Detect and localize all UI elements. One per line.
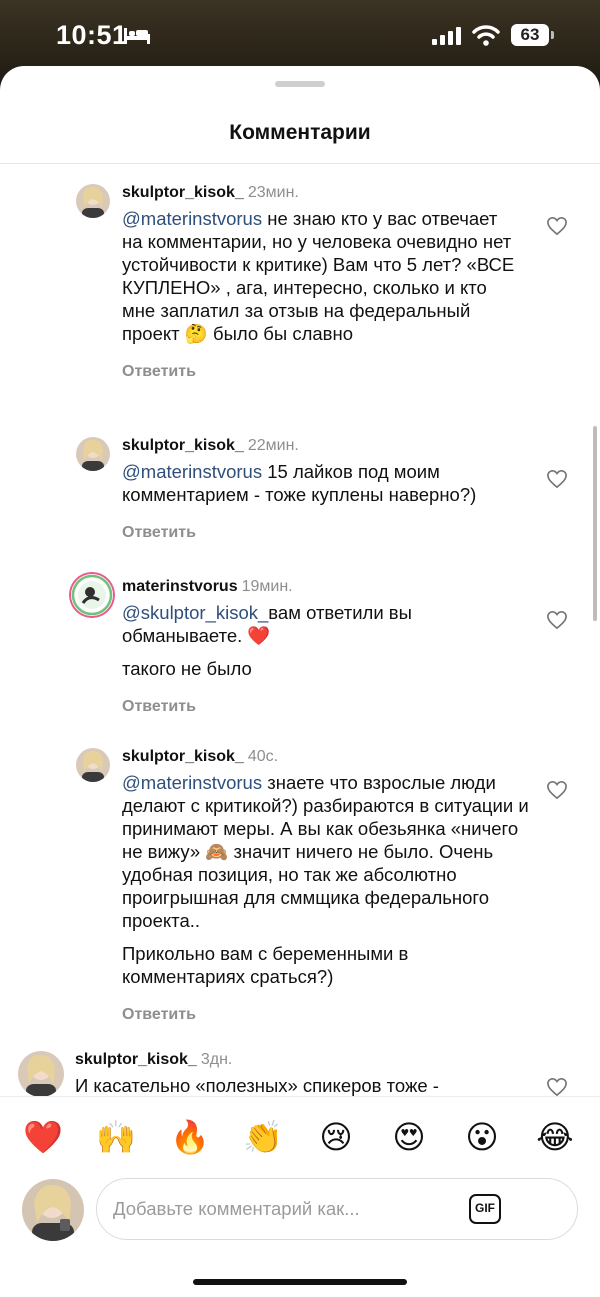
sheet-title: Комментарии — [229, 121, 371, 144]
comment-text: @skulptor_kisok_вам ответили вы обманыва… — [122, 601, 522, 647]
comment-header: skulptor_kisok_ 23мин. — [122, 182, 522, 204]
comment-text-content: знаете что взрослые люди делают с критик… — [122, 772, 529, 931]
comment-composer: GIF — [0, 1174, 600, 1244]
mention-link[interactable]: @materinstvorus — [122, 208, 262, 229]
divider — [0, 1096, 600, 1097]
username[interactable]: skulptor_kisok_ — [122, 184, 244, 201]
comments-list[interactable]: skulptor_kisok_ 23мин. @materinstvorus не… — [0, 164, 600, 1096]
emoji-laugh-button[interactable]: 😂 — [533, 1117, 577, 1157]
comment-text: @materinstvorus знаете что взрослые люди… — [122, 771, 532, 932]
mention-link[interactable]: @skulptor_kisok_ — [122, 602, 268, 623]
comment-header: materinstvorus 19мин. — [122, 576, 522, 598]
avatar[interactable] — [76, 184, 110, 218]
avatar[interactable] — [76, 437, 110, 471]
emoji-cry-button[interactable]: 😢 — [314, 1117, 358, 1157]
like-heart-icon[interactable] — [546, 780, 568, 800]
avatar[interactable] — [76, 748, 110, 782]
comment-text-line2: Прикольно вам с беременными в комментари… — [122, 943, 409, 987]
battery-tip — [551, 31, 554, 39]
comment-text: @materinstvorus не знаю кто у вас отвеча… — [122, 207, 522, 345]
emoji-raised-hands-button[interactable]: 🙌 — [94, 1117, 138, 1157]
cellular-signal-icon — [432, 27, 461, 45]
comment-text: И касательно «полезных» спикеров тоже - — [75, 1075, 439, 1096]
mention-link[interactable]: @materinstvorus — [122, 461, 262, 482]
comment-text: @materinstvorus 15 лайков под моим комме… — [122, 460, 542, 506]
comment-header: skulptor_kisok_ 3дн. — [75, 1049, 525, 1071]
my-avatar — [22, 1179, 84, 1241]
emoji-clap-button[interactable]: 👏 — [241, 1117, 285, 1157]
comment-body: skulptor_kisok_ 3дн. И касательно «полезн… — [75, 1049, 525, 1096]
reply-button[interactable]: Ответить — [122, 524, 196, 542]
like-heart-icon[interactable] — [546, 469, 568, 489]
emoji-heart-button[interactable]: ❤️ — [21, 1117, 65, 1157]
comment-time: 22мин. — [247, 437, 299, 454]
home-indicator — [193, 1279, 407, 1285]
username[interactable]: materinstvorus — [122, 578, 238, 595]
like-heart-icon[interactable] — [546, 610, 568, 630]
comment-body: skulptor_kisok_ 22мин. @materinstvorus 15… — [122, 435, 542, 542]
wifi-icon — [472, 25, 500, 46]
avatar[interactable] — [69, 572, 115, 618]
username[interactable]: skulptor_kisok_ — [122, 437, 244, 454]
mention-link[interactable]: @materinstvorus — [122, 772, 262, 793]
like-heart-icon[interactable] — [546, 216, 568, 236]
sleep-focus-icon — [124, 28, 150, 44]
comment-time: 3дн. — [200, 1051, 233, 1068]
reply-button[interactable]: Ответить — [122, 1006, 196, 1024]
emoji-wow-button[interactable]: 😮 — [460, 1117, 504, 1157]
emoji-heart-eyes-button[interactable]: 😍 — [387, 1117, 431, 1157]
emoji-fire-button[interactable]: 🔥 — [168, 1117, 212, 1157]
quick-emoji-bar: ❤️ 🙌 🔥 👏 😢 😍 😮 😂 — [0, 1117, 600, 1157]
comment-body: skulptor_kisok_ 23мин. @materinstvorus не… — [122, 182, 522, 381]
comment-input-pill: GIF — [96, 1178, 578, 1240]
reply-button[interactable]: Ответить — [122, 363, 196, 381]
comment-header: skulptor_kisok_ 22мин. — [122, 435, 542, 457]
reply-button[interactable]: Ответить — [122, 698, 196, 716]
comment-body: materinstvorus 19мин. @skulptor_kisok_вам… — [122, 576, 522, 716]
status-bar: 10:51 63 — [0, 0, 600, 70]
comment-text-line2: такого не было — [122, 658, 252, 679]
status-time: 10:51 — [56, 20, 128, 50]
comment-time: 40с. — [247, 748, 279, 765]
comment-time: 19мин. — [241, 578, 293, 595]
comment-input[interactable] — [113, 1193, 453, 1225]
comment-body: skulptor_kisok_ 40с. @materinstvorus знае… — [122, 746, 532, 1024]
gif-button[interactable]: GIF — [469, 1194, 501, 1224]
battery-icon: 63 — [511, 24, 549, 46]
scrollbar[interactable] — [593, 426, 597, 621]
like-heart-icon[interactable] — [546, 1077, 568, 1096]
sheet-grabber-handle[interactable] — [275, 81, 325, 87]
avatar[interactable] — [18, 1051, 64, 1096]
username[interactable]: skulptor_kisok_ — [75, 1051, 197, 1068]
comments-sheet: Комментарии skulptor_kisok_ 23мин. @mater… — [0, 66, 600, 1297]
username[interactable]: skulptor_kisok_ — [122, 748, 244, 765]
comment-header: skulptor_kisok_ 40с. — [122, 746, 532, 768]
comment-time: 23мин. — [247, 184, 299, 201]
